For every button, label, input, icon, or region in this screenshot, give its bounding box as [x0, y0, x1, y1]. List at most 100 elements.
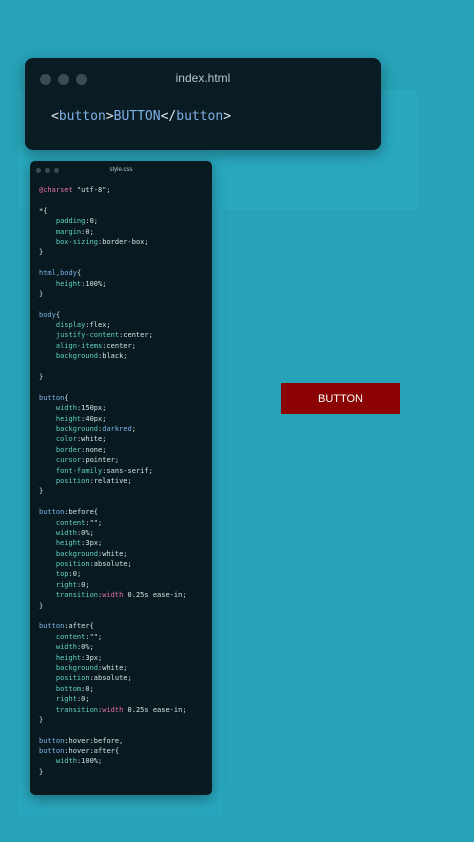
code-token: ;	[131, 424, 136, 433]
code-token: :100%;	[81, 279, 107, 288]
code-token: :sans-serif;	[102, 466, 153, 475]
code-line: height:40px;	[39, 414, 208, 424]
code-token: 0.25s ease-in;	[123, 591, 187, 600]
code-token: height	[39, 539, 82, 548]
code-token: position	[39, 560, 90, 569]
code-line: html,body{	[39, 268, 208, 278]
code-line: align-items:center;	[39, 341, 208, 351]
code-line: }	[39, 372, 208, 382]
code-token: :0;	[85, 217, 99, 226]
code-close-lt: </	[160, 109, 177, 124]
code-token: :border-box;	[98, 237, 149, 246]
code-line: width:100%;	[39, 756, 208, 766]
code-line: background:white;	[39, 549, 208, 559]
code-token: :hover:after{	[64, 747, 120, 756]
code-token: right	[39, 695, 77, 704]
code-token: :before{	[64, 508, 99, 517]
code-token: body	[39, 310, 56, 319]
code-token: :0;	[68, 570, 82, 579]
css-editor-window: style.css @charset "utf-8"; *{ padding:0;…	[30, 161, 212, 795]
code-token: {	[64, 393, 69, 402]
code-line: position:relative;	[39, 476, 208, 486]
code-line: transition:width 0.25s ease-in;	[39, 705, 208, 715]
code-token: *{	[39, 206, 48, 215]
code-token: html,body	[39, 269, 77, 278]
code-open-tag: button	[58, 109, 106, 124]
code-open-gt: >	[105, 109, 114, 124]
code-token: }	[39, 715, 44, 724]
code-token: "utf-8";	[72, 186, 111, 194]
html-window-title: index.html	[175, 71, 231, 85]
code-token: background	[39, 352, 99, 361]
code-token: :none;	[81, 445, 107, 454]
code-token: transition	[39, 591, 99, 600]
code-line: transition:width 0.25s ease-in;	[39, 590, 208, 600]
code-token: }	[39, 601, 44, 610]
code-token: background	[39, 663, 99, 672]
code-line: width:0%;	[39, 528, 208, 538]
code-token: :0;	[81, 684, 94, 693]
code-line: font-family:sans-serif;	[39, 466, 208, 476]
code-line: background:white;	[39, 663, 208, 673]
code-line: display:flex;	[39, 320, 208, 330]
code-line: @charset "utf-8";	[39, 185, 208, 195]
code-token: width	[102, 591, 124, 600]
code-line: border:none;	[39, 445, 208, 455]
code-token: darkred	[102, 424, 132, 433]
code-token: right	[39, 580, 77, 589]
code-line: right:0;	[39, 580, 208, 590]
code-token: align-items	[39, 341, 103, 350]
code-token: content	[39, 518, 86, 527]
code-line: position:absolute;	[39, 673, 208, 683]
code-token: :40px;	[81, 414, 107, 423]
code-token: }	[39, 767, 44, 776]
code-line: color:white;	[39, 434, 208, 444]
code-token: justify-content	[39, 331, 120, 340]
code-line: button:hover:after{	[39, 746, 208, 756]
code-token: :relative;	[89, 476, 132, 485]
code-line: }	[39, 601, 208, 611]
code-token: button	[39, 747, 65, 756]
code-token: :0;	[76, 580, 90, 589]
code-open-lt: <	[51, 109, 59, 124]
code-token: bottom	[39, 684, 82, 693]
code-token: height	[39, 653, 82, 662]
code-token: :150px;	[76, 404, 107, 413]
code-token: :absolute;	[89, 560, 132, 569]
code-line: margin:0;	[39, 227, 208, 237]
code-token: :0;	[76, 695, 90, 704]
code-token: background	[39, 549, 99, 558]
code-line: height:3px;	[39, 653, 208, 663]
code-token: width	[39, 404, 77, 413]
code-token: :flex;	[85, 321, 111, 330]
code-token: width	[39, 528, 77, 537]
code-token: background	[39, 424, 99, 433]
code-token: :after{	[64, 622, 94, 631]
code-token: :hover:before,	[64, 736, 124, 745]
html-editor-window: index.html <button>BUTTON</button>	[25, 58, 381, 150]
code-token: content	[39, 632, 86, 641]
code-line: button:hover:before,	[39, 736, 208, 746]
demo-button[interactable]: BUTTON	[281, 383, 400, 414]
code-line: cursor:pointer;	[39, 455, 208, 465]
code-token: transition	[39, 705, 99, 714]
code-line: top:0;	[39, 569, 208, 579]
code-line: *{	[39, 206, 208, 216]
code-token: :white;	[98, 549, 128, 558]
code-line: background:darkred;	[39, 424, 208, 434]
code-token: :0%;	[76, 528, 94, 537]
code-token: :center;	[119, 331, 153, 340]
code-line: button:after{	[39, 621, 208, 631]
code-line: }	[39, 289, 208, 299]
code-token: :100%;	[76, 757, 103, 766]
code-line: width:150px;	[39, 403, 208, 413]
css-window-title: style.css	[109, 167, 133, 173]
code-token: height	[39, 414, 82, 423]
code-token: :"";	[85, 632, 103, 641]
css-code: @charset "utf-8"; *{ padding:0; margin:0;…	[39, 185, 208, 777]
